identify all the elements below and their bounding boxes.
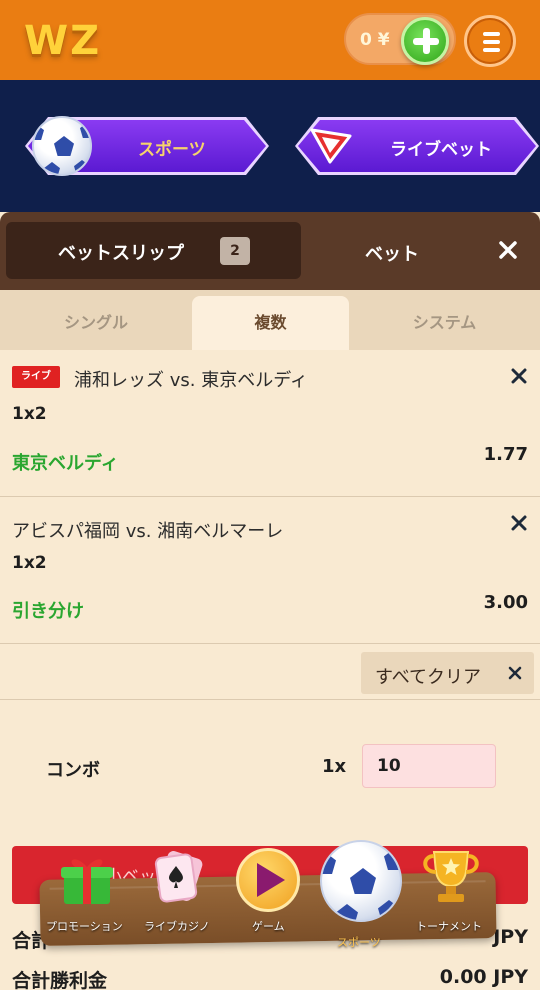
brand-logo[interactable]: WZ [24,18,101,64]
combo-multiplier: 1x [322,756,347,777]
match-name: アビスパ福岡 vs. 湘南ベルマーレ [12,521,284,542]
odds-value: 3.00 [483,592,528,613]
live-play-icon [310,128,352,164]
combo-label: コンボ [46,760,100,781]
dock-label-game[interactable]: ゲーム [252,918,285,934]
dock-label-live-casino[interactable]: ライブカジノ [144,918,210,934]
close-icon[interactable] [496,238,520,262]
balance-amount: 0 ¥ [360,30,390,50]
bet-type-tabs: シングル 複数 システム [0,290,540,350]
clear-all-label: すべてクリア [375,667,482,688]
dock-label-promotion[interactable]: プロモーション [46,918,123,934]
match-name: 浦和レッズ vs. 東京ベルディ [74,370,308,391]
bet-selection-item: アビスパ福岡 vs. 湘南ベルマーレ 1x2 引き分け 3.00 [0,497,540,644]
trophy-icon[interactable] [418,846,484,908]
tab-system[interactable]: システム [349,296,540,350]
odds-value: 1.77 [483,444,528,465]
bet-slip-tab-label: ベットスリップ [58,243,184,264]
market-name: 1x2 [12,404,47,424]
hamburger-menu-button[interactable] [464,15,516,67]
stake-input[interactable] [362,744,496,788]
cards-icon[interactable] [150,848,206,904]
live-bet-nav-button[interactable]: ライブベット [298,120,536,172]
sports-nav-button[interactable]: スポーツ [28,116,266,176]
tab-multiple[interactable]: 複数 [192,296,349,350]
dock-label-sports[interactable]: スポーツ [337,934,381,950]
bet-slip-header: ベットスリップ 2 ベット [0,212,540,290]
wallet-balance-pill[interactable]: 0 ¥ [344,13,456,65]
menu-line-icon [483,32,500,36]
section-switcher: スポーツ ライブベット [0,80,540,212]
soccer-ball-icon [32,116,92,176]
bottom-navigation-dock: プロモーション ライブカジノ ゲーム スポーツ トーナメント [39,840,497,949]
selection-name: 引き分け [12,601,84,622]
tab-bet-slip[interactable]: ベットスリップ 2 [6,222,301,279]
soccer-ball-icon[interactable] [320,840,402,922]
tab-single[interactable]: シングル [0,296,192,350]
tab-bets[interactable]: ベット [365,240,419,266]
live-badge: ライブ [12,366,60,388]
menu-line-icon [483,48,500,52]
total-stake-value: JPY [493,926,528,948]
menu-line-icon [483,40,500,44]
total-winnings-label: 合計勝利金 [12,970,108,990]
market-name: 1x2 [12,553,47,573]
selection-name: 東京ベルディ [12,453,119,474]
close-icon [508,666,522,680]
clear-all-button[interactable]: すべてクリア [361,652,534,694]
dock-label-tournament[interactable]: トーナメント [416,918,482,934]
live-bet-nav-label: ライブベット [390,140,492,160]
clear-all-row: すべてクリア [0,644,540,700]
sports-nav-label: スポーツ [138,140,206,160]
bet-slip-count-badge: 2 [220,237,250,265]
game-icon[interactable] [236,848,300,912]
remove-bet-icon[interactable] [510,367,528,385]
total-winnings-value: 0.00 JPY [439,966,528,988]
bet-selection-item: ライブ 浦和レッズ vs. 東京ベルディ 1x2 東京ベルディ 1.77 [0,350,540,497]
deposit-plus-button[interactable] [401,17,449,65]
remove-bet-icon[interactable] [510,514,528,532]
app-header: WZ 0 ¥ [0,0,540,80]
gift-icon[interactable] [58,854,116,906]
